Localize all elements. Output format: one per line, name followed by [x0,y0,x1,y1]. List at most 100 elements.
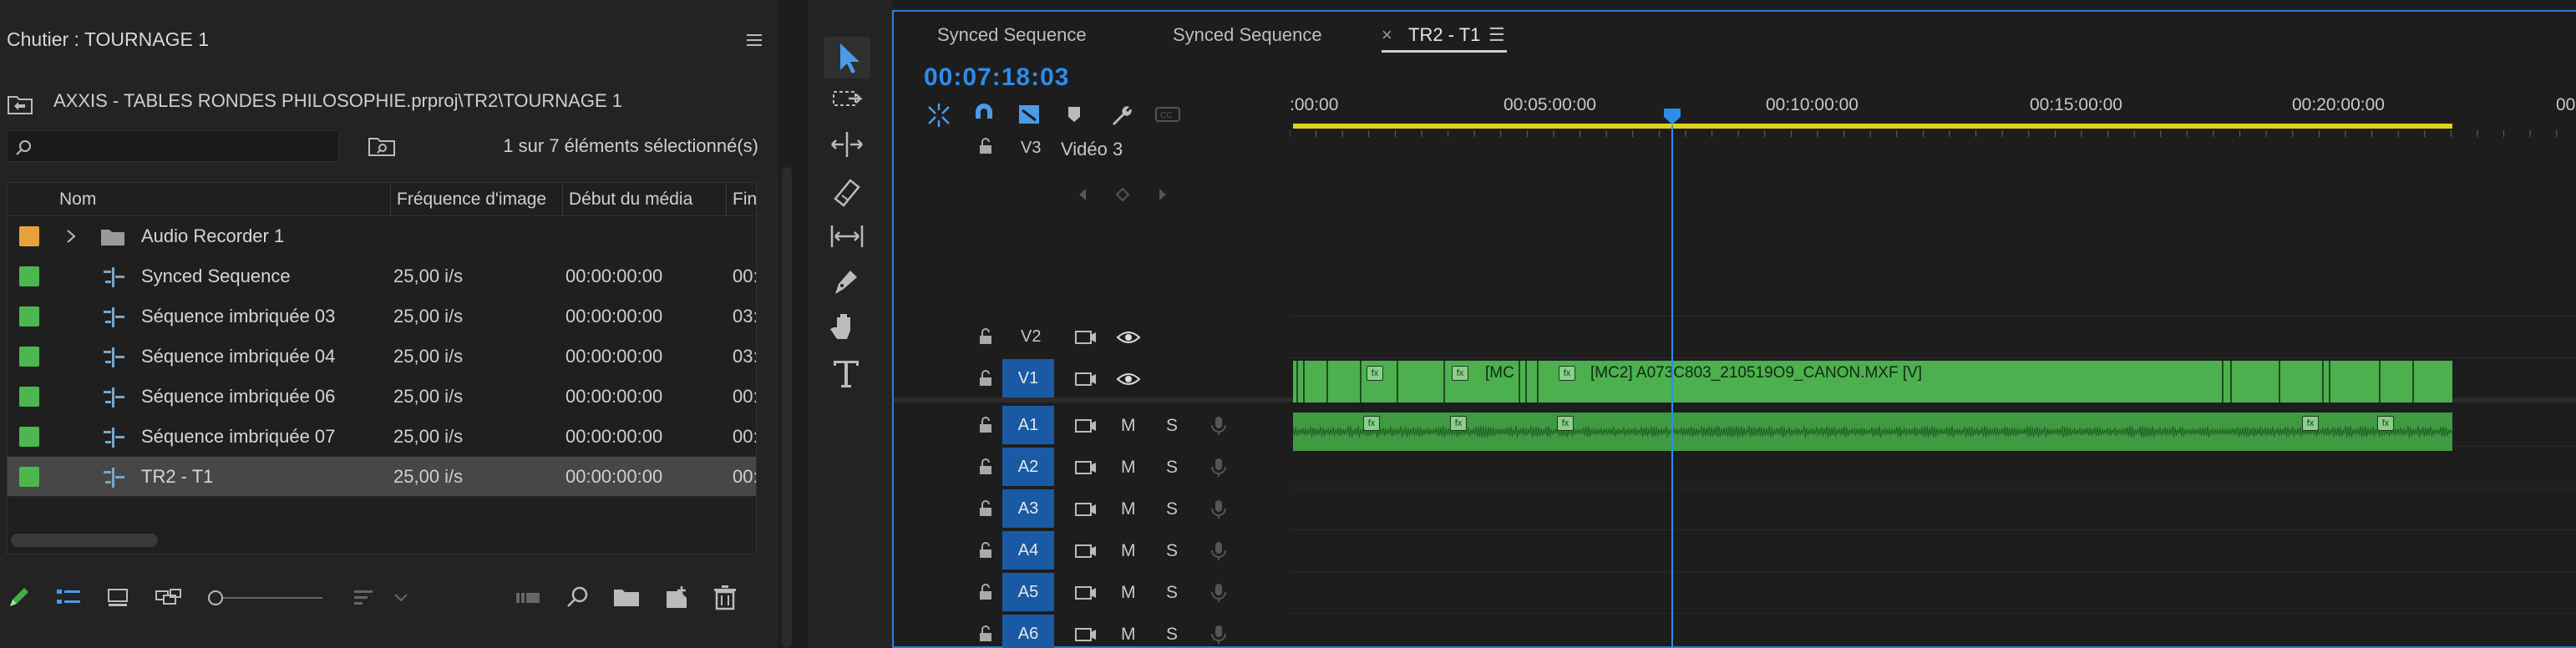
trash-icon[interactable] [710,583,740,613]
sync-lock-icon[interactable] [1072,458,1098,478]
playhead-timecode[interactable]: 00:07:18:03 [924,63,1069,92]
track-target-a1[interactable]: A1 [1002,406,1054,444]
sync-lock-icon[interactable] [1072,541,1098,561]
lock-icon[interactable] [977,625,994,643]
video-clip-v1[interactable]: fx fx [MC fx [MC2] A073C803_210519O9_CAN… [1293,361,2452,402]
freeform-view-icon[interactable] [154,583,184,613]
wrench-settings-icon[interactable] [1106,100,1136,129]
panel-menu-icon[interactable] [745,32,765,48]
clip-edit-point[interactable] [2412,361,2414,402]
clip-edit-point[interactable] [1537,361,1539,402]
eye-icon[interactable] [1116,369,1141,389]
nest-sequence-icon[interactable] [924,100,954,129]
track-target-a5[interactable]: A5 [1002,573,1054,611]
fx-badge[interactable]: fx [2377,416,2394,431]
track-target-a3[interactable]: A3 [1002,489,1054,528]
track-target-a6[interactable]: A6 [1002,615,1054,648]
mute-button[interactable]: M [1121,499,1136,519]
clip-edit-point[interactable] [1326,361,1328,402]
column-header-media-end[interactable]: Fin [733,183,756,216]
clip-edit-point[interactable] [1397,361,1398,402]
mute-button[interactable]: M [1121,416,1136,436]
bin-row-sequence[interactable]: Séquence imbriquée 04 25,00 i/s 00:00:00… [8,337,756,377]
sync-lock-icon[interactable] [1072,583,1098,603]
label-color-chip[interactable] [19,387,39,407]
lock-icon[interactable] [977,327,994,346]
column-divider[interactable] [562,183,563,216]
playhead-line[interactable] [1671,125,1673,648]
label-color-chip[interactable] [19,266,39,286]
work-area-bar[interactable] [1293,124,2452,129]
bin-row-folder[interactable]: Audio Recorder 1 [8,216,756,256]
lock-icon[interactable] [977,458,994,476]
track-label[interactable]: V3 [1021,139,1041,158]
microphone-icon[interactable] [1206,499,1231,519]
mute-button[interactable]: M [1121,541,1136,561]
microphone-icon[interactable] [1206,416,1231,436]
track-target-a4[interactable]: A4 [1002,531,1054,570]
bin-row-sequence[interactable]: Séquence imbriquée 07 25,00 i/s 00:00:00… [8,417,756,457]
chevron-down-icon[interactable] [393,591,409,605]
clip-edit-point[interactable] [2322,361,2324,402]
column-header-media-start[interactable]: Début du média [569,183,692,216]
ripple-edit-tool-icon[interactable] [824,124,870,165]
slip-tool-icon[interactable] [824,215,870,257]
track-target-v1[interactable]: V1 [1002,359,1054,397]
track-label[interactable]: V2 [1021,327,1041,347]
mute-button[interactable]: M [1121,583,1136,603]
lock-icon[interactable] [977,416,994,434]
lock-icon[interactable] [977,137,994,155]
column-header-framerate[interactable]: Fréquence d'image [397,183,546,216]
lock-icon[interactable] [977,541,994,559]
new-item-icon[interactable] [662,583,692,613]
bin-row-sequence[interactable]: Séquence imbriquée 03 25,00 i/s 00:00:00… [8,296,756,337]
fx-badge[interactable]: fx [1559,366,1575,381]
sync-lock-icon[interactable] [1072,416,1098,436]
horizontal-scrollbar[interactable] [11,534,158,547]
sync-lock-icon[interactable] [1072,625,1098,645]
pen-tool-icon[interactable] [824,261,870,302]
list-view-icon[interactable] [53,583,84,613]
automate-to-sequence-icon[interactable] [513,583,543,613]
bin-search-field[interactable] [7,130,339,162]
icon-view-icon[interactable] [104,583,134,613]
lock-icon[interactable] [977,583,994,601]
eye-icon[interactable] [1116,327,1141,347]
clip-edit-point[interactable] [2230,361,2232,402]
label-color-chip[interactable] [19,347,39,367]
sync-lock-icon[interactable] [1072,327,1098,347]
fx-badge[interactable]: fx [1363,416,1380,431]
expand-chevron-icon[interactable] [64,228,78,245]
microphone-icon[interactable] [1206,458,1231,478]
solo-button[interactable]: S [1166,625,1178,645]
bin-row-sequence[interactable]: Synced Sequence 25,00 i/s 00:00:00:00 00… [8,256,756,296]
tab-synced-sequence-1[interactable]: Synced Sequence [937,20,1087,50]
clip-edit-point[interactable] [1525,361,1527,402]
solo-button[interactable]: S [1166,541,1178,561]
mute-button[interactable]: M [1121,625,1136,645]
lock-icon[interactable] [977,369,994,387]
solo-button[interactable]: S [1166,416,1178,436]
fx-badge[interactable]: fx [1452,366,1468,381]
track-target-a2[interactable]: A2 [1002,448,1054,486]
bin-row-sequence-selected[interactable]: TR2 - T1 25,00 i/s 00:00:00:00 00: [8,457,756,497]
column-divider[interactable] [390,183,391,216]
lock-icon[interactable] [977,499,994,518]
clip-edit-point[interactable] [1360,361,1362,402]
label-color-chip[interactable] [19,467,39,487]
label-color-chip[interactable] [19,226,39,246]
solo-button[interactable]: S [1166,583,1178,603]
razor-tool-icon[interactable] [824,170,870,212]
track-lanes[interactable]: fx fx [MC fx [MC2] A073C803_210519O9_CAN… [894,124,2576,648]
clip-edit-point[interactable] [1303,361,1305,402]
linked-selection-icon[interactable] [1014,100,1044,129]
column-divider[interactable] [726,183,727,216]
column-header-name[interactable]: Nom [59,183,96,216]
sort-icon[interactable] [351,583,381,613]
clip-edit-point[interactable] [2329,361,2330,402]
clip-edit-point[interactable] [1296,361,1298,402]
fx-badge[interactable]: fx [1557,416,1574,431]
sync-lock-icon[interactable] [1072,369,1098,389]
label-color-chip[interactable] [19,306,39,327]
clip-edit-point[interactable] [2279,361,2280,402]
